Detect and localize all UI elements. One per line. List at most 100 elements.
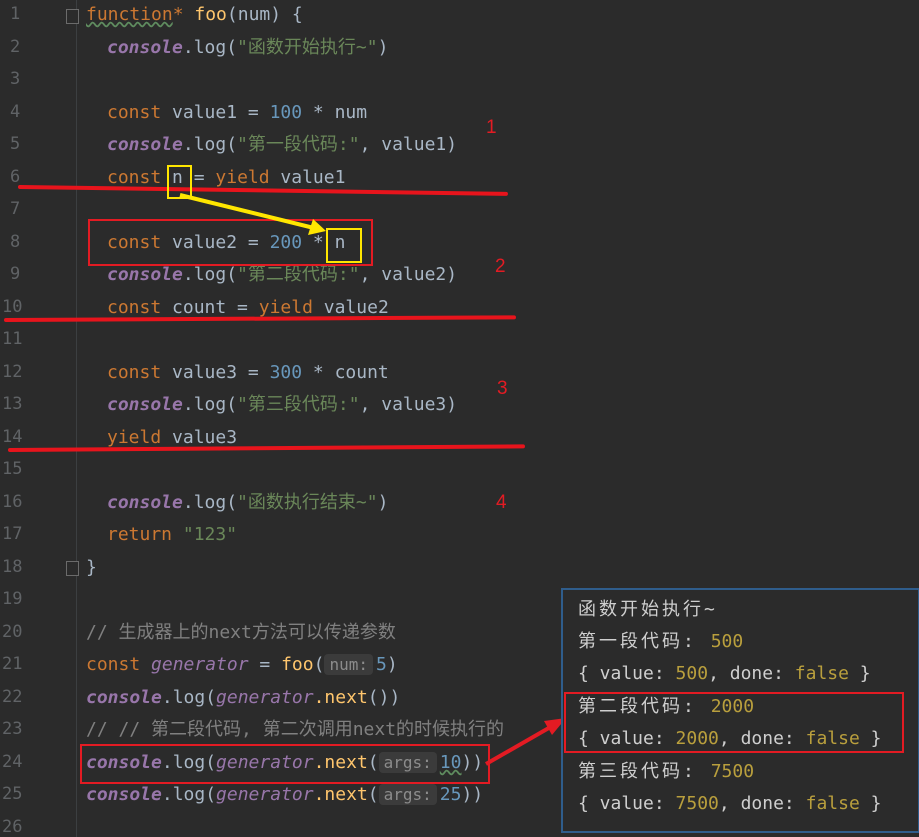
red-box-second-output <box>564 692 904 753</box>
code-line-2[interactable]: console.log("函数开始执行~") <box>107 36 388 60</box>
code-line-9[interactable]: console.log("第二段代码:", value2) <box>107 263 457 287</box>
code-line-13[interactable]: console.log("第三段代码:", value3) <box>107 393 457 417</box>
keyword: const <box>107 297 162 318</box>
parameter-hint: args: <box>378 784 437 805</box>
code-text: , value2) <box>359 264 458 285</box>
console-text: } <box>859 793 882 814</box>
console-object: console <box>86 784 162 805</box>
code-text: .log( <box>161 687 217 708</box>
console-value: 500 <box>710 631 744 652</box>
keyword: return <box>107 524 173 545</box>
line-number: 9 <box>10 264 21 284</box>
line-number: 7 <box>10 199 21 219</box>
code-line-17[interactable]: return "123" <box>107 523 237 547</box>
line-number: 2 <box>10 37 21 57</box>
console-value: 7500 <box>675 793 719 814</box>
keyword: const <box>86 654 141 675</box>
fold-marker-icon[interactable] <box>66 561 79 576</box>
line-number: 11 <box>2 329 23 349</box>
code-line-22[interactable]: console.log(generator.next()) <box>86 686 400 710</box>
comment: // // 第二段代码, 第二次调用next的时候执行的 <box>86 719 505 740</box>
line-number: 20 <box>2 622 23 642</box>
code-line-1[interactable]: function* foo(num) { <box>86 3 303 27</box>
line-number: 8 <box>10 232 21 252</box>
string-literal: "第三段代码:" <box>237 394 360 415</box>
function-name: foo <box>183 4 227 25</box>
code-text: value2 <box>312 297 389 318</box>
line-number: 5 <box>10 134 21 154</box>
variable-name: generator <box>216 687 314 708</box>
code-line-4[interactable]: const value1 = 100 * num <box>107 101 367 125</box>
line-number-gutter: 1 2 3 4 5 6 7 8 9 10 11 12 13 14 15 16 1… <box>0 0 76 837</box>
gutter-divider <box>76 0 77 837</box>
code-text: .log( <box>182 394 238 415</box>
variable-name: generator <box>216 784 314 805</box>
line-number: 4 <box>10 102 21 122</box>
variable-name: generator <box>140 654 249 675</box>
code-line-5[interactable]: console.log("第一段代码:", value1) <box>107 133 457 157</box>
code-text: ( <box>313 654 325 675</box>
line-number: 13 <box>2 394 23 414</box>
console-line: 第三段代码: 7500 <box>578 760 754 784</box>
console-object: console <box>107 394 183 415</box>
keyword: yield <box>107 427 162 448</box>
console-line: { value: 7500, done: false } <box>578 792 881 816</box>
code-line-20[interactable]: // 生成器上的next方法可以传递参数 <box>86 621 396 645</box>
highlight-box-n-usage <box>326 228 362 263</box>
section-number-1: 1 <box>486 117 497 138</box>
line-number: 25 <box>2 784 23 804</box>
code-text: value3 = <box>161 362 270 383</box>
code-text: = <box>248 654 282 675</box>
code-text: .log( <box>161 784 217 805</box>
line-number: 12 <box>2 362 23 382</box>
number-literal: 5 <box>375 654 387 675</box>
method-name: .next <box>313 687 368 708</box>
function-name: foo <box>281 654 314 675</box>
keyword: * <box>172 4 184 25</box>
keyword: const <box>107 362 162 383</box>
code-text: , value1) <box>359 134 458 155</box>
string-literal: "123" <box>172 524 238 545</box>
number-literal: 300 <box>269 362 303 383</box>
console-text: , done: <box>708 663 795 684</box>
number-literal: 100 <box>269 102 303 123</box>
red-underline-section-2 <box>3 315 517 322</box>
code-text: .log( <box>182 37 238 58</box>
console-value: 7500 <box>710 761 755 782</box>
console-object: console <box>107 37 183 58</box>
code-text: ) <box>377 37 389 58</box>
code-text: .log( <box>182 492 238 513</box>
fold-marker-icon[interactable] <box>66 9 79 24</box>
number-literal: 25 <box>439 784 462 805</box>
console-line: { value: 500, done: false } <box>578 662 871 686</box>
highlight-box-n <box>167 165 192 199</box>
console-object: console <box>86 687 162 708</box>
console-text: { value: <box>578 663 676 684</box>
console-line: 第一段代码: 500 <box>578 630 743 654</box>
console-value: 500 <box>675 663 709 684</box>
string-literal: "第一段代码:" <box>237 134 360 155</box>
line-number: 6 <box>10 167 21 187</box>
keyword: yield <box>215 167 270 188</box>
code-line-21[interactable]: const generator = foo(num: 5) <box>86 653 398 677</box>
keyword: function <box>86 4 173 25</box>
code-text: (num) { <box>226 4 303 25</box>
code-line-25[interactable]: console.log(generator.next(args: 25)) <box>86 783 483 807</box>
method-name: .next <box>313 784 368 805</box>
console-text: { value: <box>578 793 676 814</box>
line-number: 3 <box>10 69 21 89</box>
code-line-23[interactable]: // // 第二段代码, 第二次调用next的时候执行的 <box>86 718 504 742</box>
code-line-18[interactable]: } <box>86 556 97 580</box>
line-number: 10 <box>2 297 23 317</box>
code-text: } <box>86 557 97 578</box>
code-text: ( <box>367 784 379 805</box>
line-number: 26 <box>2 817 23 837</box>
code-line-16[interactable]: console.log("函数执行结束~") <box>107 491 388 515</box>
line-number: 23 <box>2 719 23 739</box>
line-number: 22 <box>2 687 23 707</box>
keyword: yield <box>258 297 313 318</box>
code-line-12[interactable]: const value3 = 300 * count <box>107 361 389 385</box>
code-text: .log( <box>182 134 238 155</box>
console-value: false <box>805 793 860 814</box>
string-literal: "函数执行结束~" <box>237 492 378 513</box>
